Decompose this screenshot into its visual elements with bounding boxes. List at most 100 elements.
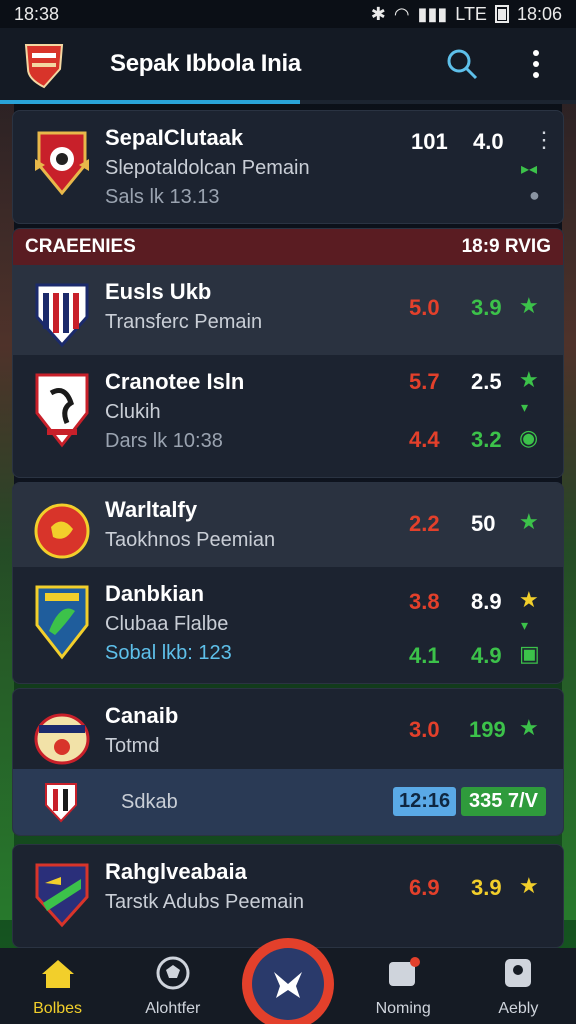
app-title: Sepak Ibbola Inia [110,50,301,77]
club-card-4: Canaib Totmd 3.0 199 ★ Sdkab 12:16 335 7… [12,688,564,836]
club-time: Sals lk 13.13 [105,186,220,208]
nav-item-matches[interactable]: Alohtfer [123,956,223,1018]
favorite-star-icon[interactable]: ★ [519,587,539,613]
club-crest-icon [35,283,89,348]
home-icon [41,960,74,988]
section-title: CRAEENIES [25,236,136,257]
club-crest-icon [35,373,89,448]
club-subtitle: Clukih [105,401,161,423]
loading-progress [0,100,576,104]
status-time-right: 18:06 [516,3,562,24]
stat-value-2: 2.5 [471,369,502,394]
status-time: 18:38 [14,3,60,24]
stat-value-2: 199 [469,717,506,742]
nav-item-home[interactable]: Bolbes [8,958,108,1018]
stat-value-3: 4.4 [409,427,440,452]
footer-label: Sdkab [121,790,178,813]
stat-value-3: 4.1 [409,643,440,668]
fab-inner [252,948,324,1020]
badge-icon: ▣ [519,641,540,666]
bluetooth-icon: ✱ [370,3,386,24]
favorite-star-icon[interactable]: ★ [519,293,539,319]
club-subtitle: Transferc Pemain [105,311,263,333]
kebab-menu-icon [533,50,539,78]
club-name: SepaIClutaak [105,125,244,150]
more-options-button[interactable] [516,44,556,84]
profile-icon [505,959,532,987]
club-name: Warltalfy [105,497,198,522]
club-crest-icon [34,503,90,559]
club-time: Dars lk 10:38 [105,430,223,452]
section-card: CRAEENIES 18:9 RVIG Eusls Ukb Transferc … [12,228,564,478]
club-crest-icon [35,863,89,928]
list-item[interactable]: Danbkian Clubaa Flalbe Sobal lkb: 123 3.… [13,567,563,683]
stat-value-2: 8.9 [471,589,502,614]
club-name: Eusls Ukb [105,279,212,304]
status-bar: 18:38 ✱ ◠ ▮▮▮ LTE 18:06 [0,0,576,28]
nav-label: Bolbes [33,1000,83,1017]
stat-value-2: 4.0 [473,129,504,154]
club-crest-icon [34,713,90,765]
stat-value-4: 3.2 [471,427,502,452]
favorite-star-icon[interactable]: ★ [519,715,539,741]
stat-value-2: 3.9 [471,875,502,900]
stat-value-2: 50 [471,511,496,536]
score-badge[interactable]: 335 7/V [461,787,546,816]
app-logo-icon [24,44,64,89]
nav-item-profile[interactable]: Aebly [468,956,568,1018]
stat-value-1: 6.9 [409,875,440,900]
club-card-top[interactable]: SepaIClutaak Slepotaldolcan Pemain Sals … [12,110,564,224]
club-crest-icon [35,131,89,195]
favorite-star-icon[interactable]: ★ [519,509,539,535]
club-name: Rahglveabaia [105,859,247,884]
list-item[interactable]: Rahglveabaia Tarstk Adubs Peemain 6.9 3.… [13,845,563,937]
signal-icon: ▮▮▮ [417,3,448,24]
trend-icon: ▸◂ [521,161,538,178]
favorite-star-icon[interactable]: ★ [519,873,539,899]
match-footer[interactable]: Sdkab 12:16 335 7/V [13,769,563,835]
nav-label: Aebly [498,1000,539,1017]
progress-fill [0,100,300,104]
battery-icon [494,5,509,23]
nav-label: Alohtfer [145,1000,201,1017]
stat-value-1: 2.2 [409,511,440,536]
list-item[interactable]: Eusls Ukb Transferc Pemain 5.0 3.9 ★ [13,265,563,355]
club-card-5: Rahglveabaia Tarstk Adubs Peemain 6.9 3.… [12,844,564,948]
club-subtitle: Tarstk Adubs Peemain [105,891,304,913]
wifi-icon: ◠ [393,3,410,24]
app-bar: Sepak Ibbola Inia [0,28,576,100]
stadium-right-edge [562,100,576,920]
club-name: Cranotee Isln [105,369,245,394]
club-subtitle: Slepotaldolcan Pemain [105,157,310,179]
list-item[interactable]: Warltalfy Taokhnos Peemian 2.2 50 ★ [13,483,563,567]
trend-icon: ▾ [521,399,529,415]
stat-value-2: 3.9 [471,295,502,320]
center-action-button[interactable] [242,938,334,1024]
whistle-icon [274,972,302,998]
club-card-3: Warltalfy Taokhnos Peemian 2.2 50 ★ Danb… [12,482,564,684]
section-header: CRAEENIES 18:9 RVIG [13,229,563,265]
badge-icon: ◉ [519,425,539,450]
stat-value-1: 3.8 [409,589,440,614]
club-name: Canaib [105,703,179,728]
stat-value-4: 4.9 [471,643,502,668]
time-badge[interactable]: 12:16 [393,787,457,816]
list-item[interactable]: Cranotee Isln Clukih Dars lk 10:38 5.7 2… [13,355,563,477]
club-crest-icon [45,783,77,823]
nav-label: Noming [375,1000,431,1017]
club-name: Danbkian [105,581,205,606]
ball-icon [156,956,190,990]
more-icon[interactable]: ⋮ [533,127,555,153]
favorite-star-icon[interactable]: ★ [519,367,539,393]
nav-item-notifications[interactable]: Noming [353,956,453,1018]
trend-icon: ▾ [521,617,529,633]
club-subtitle: Clubaa Flalbe [105,613,229,635]
stat-value-1: 5.0 [409,295,440,320]
list-item[interactable]: Canaib Totmd 3.0 199 ★ [13,689,563,769]
notification-icon [389,957,421,986]
network-label: LTE [455,3,487,24]
stat-value-1: 101 [411,129,448,154]
club-time: Sobal lkb: 123 [105,642,232,664]
club-subtitle: Totmd [105,735,160,757]
search-button[interactable] [442,44,482,84]
